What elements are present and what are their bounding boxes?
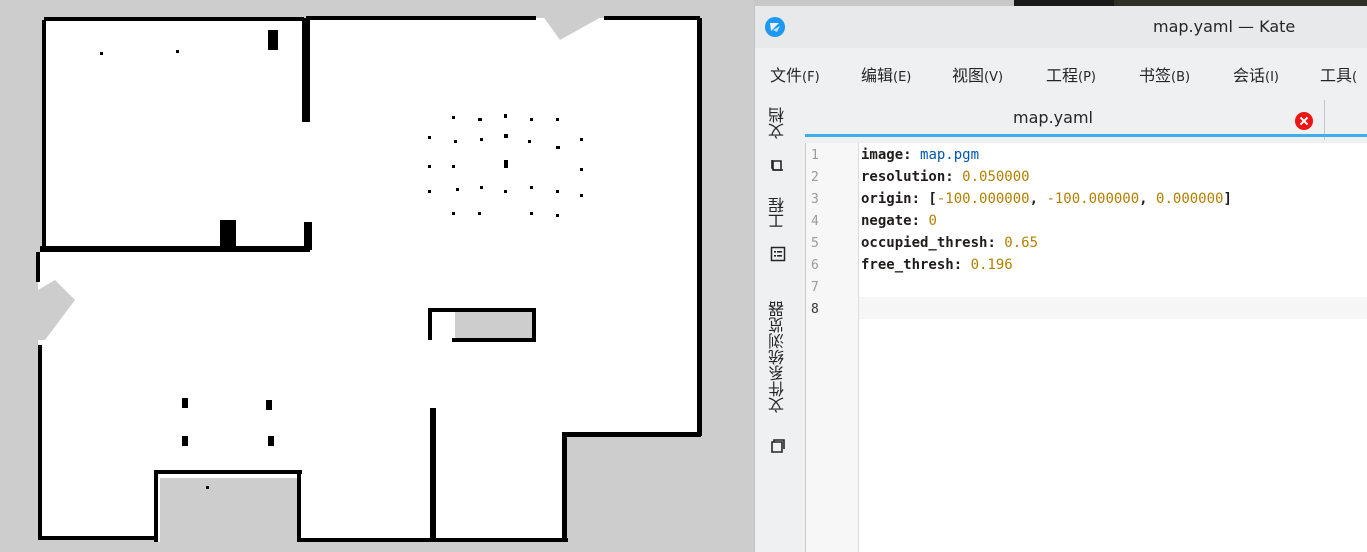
menu-tools[interactable]: 工具( [1320,62,1357,86]
left-tool-sidebar: 文档 工程 文件系统浏览器 [755,94,801,552]
sidebar-filesystem-browser-button[interactable]: 文件系统浏览器 [761,282,795,432]
menu-sessions-mnemonic: (I) [1265,70,1279,85]
code-line-6: free_thresh: 0.196 [861,257,1013,273]
documents-icon [771,160,783,171]
yaml-key: negate [861,213,912,229]
menu-bookmarks[interactable]: 书签(B) [1139,62,1190,86]
menu-view-label: 视图 [952,66,985,85]
sidebar-documents-label: 文档 [768,107,787,139]
code-line-1: image: map.pgm [861,147,980,163]
yaml-value: 0.000000 [1156,191,1224,207]
menu-project-label: 工程 [1046,66,1079,85]
menu-file[interactable]: 文件(F) [770,62,820,86]
line-number: 2 [811,170,819,185]
line-number: 1 [811,148,819,163]
line-number: 7 [811,280,819,295]
menu-edit-label: 编辑 [861,66,894,85]
code-editor[interactable]: 1 2 3 4 5 6 7 8 image: map.pgm resolutio… [805,143,1367,552]
window-title: map.yaml — Kate [1153,17,1296,36]
title-bar[interactable]: map.yaml — Kate [755,6,1367,48]
menu-file-mnemonic: (F) [802,70,820,85]
active-tab-indicator [805,134,1367,137]
line-number: 6 [811,258,819,273]
menu-tools-label: 工具 [1320,66,1353,85]
occupancy-map-image [0,12,754,552]
menu-sessions[interactable]: 会话(I) [1233,62,1279,86]
yaml-value: -100.000000 [936,191,1030,207]
menu-bookmarks-label: 书签 [1139,66,1172,85]
line-number: 4 [811,214,819,229]
yaml-value: 0.196 [970,257,1013,273]
menu-view-mnemonic: (V) [984,70,1004,85]
yaml-value: 0 [928,213,937,229]
menu-edit-mnemonic: (E) [893,70,912,85]
menu-bar: 文件(F) 编辑(E) 视图(V) 工程(P) 书签(B) 会话(I) 工具( [755,54,1367,90]
yaml-value: -100.000000 [1046,191,1140,207]
sidebar-documents-button[interactable]: 文档 [761,100,795,146]
yaml-value: 0.65 [1004,235,1039,251]
menu-edit[interactable]: 编辑(E) [861,62,911,86]
editor-frame: map.yaml 1 2 3 4 5 6 7 8 image: map.pgm … [805,94,1367,552]
occupancy-map-view [0,0,754,552]
projects-list-icon [770,246,786,262]
menu-sessions-label: 会话 [1233,66,1266,85]
tab-bar: map.yaml [805,94,1367,140]
menu-bookmarks-mnemonic: (B) [1171,70,1191,85]
line-number-gutter: 1 2 3 4 5 6 7 8 [806,143,859,552]
code-line-4: negate: 0 [861,213,937,229]
yaml-key: origin [861,191,912,207]
code-line-3: origin: [-100.000000, -100.000000, 0.000… [861,191,1232,207]
sidebar-projects-button[interactable]: 工程 [761,190,795,236]
line-number: 5 [811,236,819,251]
menu-view[interactable]: 视图(V) [952,62,1003,86]
current-line-highlight [859,297,1367,319]
menu-file-label: 文件 [770,66,803,85]
kate-window: map.yaml — Kate 文件(F) 编辑(E) 视图(V) 工程(P) … [754,6,1367,552]
yaml-key: resolution [861,169,946,185]
code-line-2: resolution: 0.050000 [861,169,1030,185]
yaml-key: image [861,147,904,163]
sidebar-projects-label: 工程 [768,197,787,229]
yaml-key: free_thresh [861,257,954,273]
yaml-value: 0.050000 [962,169,1030,185]
file-browser-icon [771,439,785,453]
menu-tools-mnemonic: ( [1352,70,1358,85]
menu-project[interactable]: 工程(P) [1046,62,1096,86]
yaml-value: map.pgm [920,147,980,163]
tab-close-icon[interactable] [1295,112,1313,130]
kate-app-icon[interactable] [765,17,785,37]
line-number-current: 8 [811,302,819,317]
code-line-5: occupied_thresh: 0.65 [861,235,1039,251]
tab-label: map.yaml [1013,108,1093,127]
sidebar-filesystem-browser-label: 文件系统浏览器 [768,301,787,413]
menu-project-mnemonic: (P) [1078,70,1096,85]
yaml-key: occupied_thresh [861,235,988,251]
line-number: 3 [811,192,819,207]
